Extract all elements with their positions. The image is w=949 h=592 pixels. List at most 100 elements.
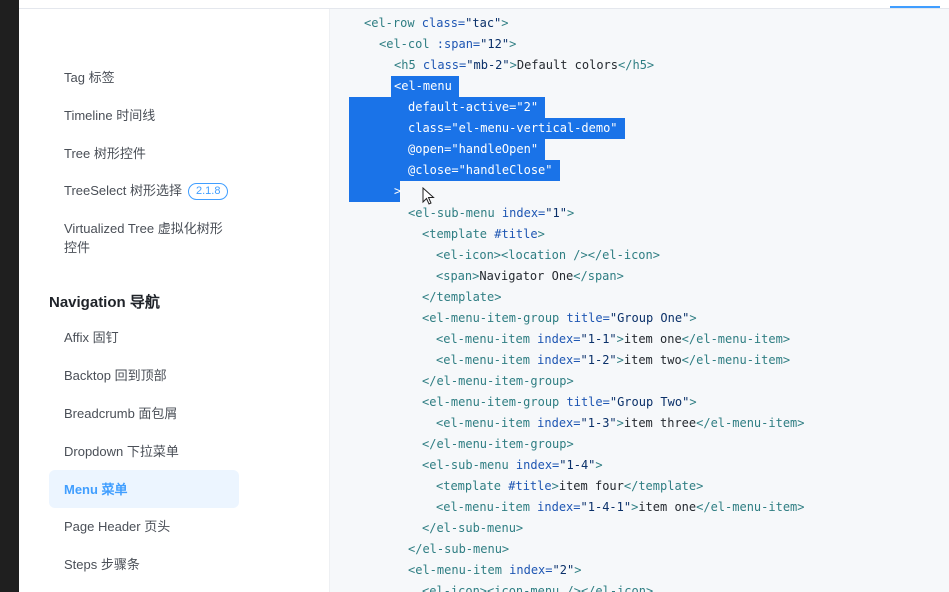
sidebar-item-affix[interactable]: Affix 固钉 <box>49 328 239 347</box>
sidebar-item-tag[interactable]: Tag 标签 <box>49 68 239 87</box>
code-tag: <el-menu-item-group <box>422 311 567 325</box>
sidebar-item-label-cont: 控件 <box>64 240 91 255</box>
code-line: @open="handleOpen" <box>330 139 949 160</box>
code-line: class="el-menu-vertical-demo" <box>330 118 949 139</box>
sidebar-item-timeline[interactable]: Timeline 时间线 <box>49 106 239 125</box>
code-line: <el-menu-item index="1-1">item one</el-m… <box>330 329 949 350</box>
code-attr: index= <box>501 206 546 220</box>
code-attr: :span= <box>436 37 481 51</box>
code-tag: </el-sub-menu> <box>422 521 524 535</box>
code-block[interactable]: <el-row class="tac"> <el-col :span="12">… <box>330 9 949 592</box>
code-tag: <span> <box>436 269 480 283</box>
code-tag: </template> <box>422 290 502 304</box>
code-tag: <h5 <box>394 58 423 72</box>
sidebar-item-treeselect[interactable]: TreeSelect 树形选择 2.1.8 <box>49 181 239 200</box>
code-tag: > <box>574 563 582 577</box>
code-attr: default-active= <box>408 100 517 114</box>
code-tag: <el-icon> <box>436 248 502 262</box>
mouse-pointer-icon <box>422 187 435 205</box>
code-tag: <el-row <box>364 16 422 30</box>
sidebar-item-label: Breadcrumb 面包屑 <box>64 406 178 421</box>
code-attr: #title <box>494 227 538 241</box>
code-tag: <el-menu-item-group <box>422 395 567 409</box>
code-tag: > <box>537 227 545 241</box>
code-line: <h5 class="mb-2">Default colors</h5> <box>330 55 949 76</box>
code-tag: > <box>616 332 624 346</box>
code-line: <el-sub-menu index="1-4"> <box>330 455 949 476</box>
sidebar-item-label: Page Header 页头 <box>64 519 171 534</box>
code-attr: #title <box>508 479 552 493</box>
code-tag: </el-icon> <box>580 584 654 592</box>
code-attr: title= <box>566 395 610 409</box>
code-line: </el-menu-item-group> <box>330 434 949 455</box>
sidebar-item-label: Steps 步骤条 <box>64 557 140 572</box>
sidebar-item-page-header[interactable]: Page Header 页头 <box>49 517 239 536</box>
sidebar-item-tree[interactable]: Tree 树形控件 <box>49 144 239 163</box>
code-value: "Group One" <box>609 311 690 325</box>
code-attr: index= <box>537 353 581 367</box>
code-line: <el-col :span="12"> <box>330 34 949 55</box>
code-tag: <el-menu-item <box>436 332 538 346</box>
code-tag: </el-menu-item-group> <box>422 374 574 388</box>
sidebar-item-menu[interactable]: Menu 菜单 <box>49 470 239 508</box>
code-tag: > <box>509 58 517 72</box>
code-attr: index= <box>537 416 581 430</box>
sidebar-item-backtop[interactable]: Backtop 回到顶部 <box>49 366 239 385</box>
docs-sidebar: Tag 标签 Timeline 时间线 Tree 树形控件 TreeSelect… <box>19 9 330 592</box>
code-tag: <el-icon> <box>422 584 488 592</box>
sidebar-item-label: Dropdown 下拉菜单 <box>64 444 179 459</box>
code-line: <span>Navigator One</span> <box>330 266 949 287</box>
code-tag: <el-menu-item <box>436 500 538 514</box>
sidebar-item-label: Affix 固钉 <box>64 330 119 345</box>
code-tag: <el-menu-item <box>408 563 510 577</box>
code-text: item two <box>623 353 682 367</box>
code-value: "1-2" <box>580 353 617 367</box>
code-value: "handleOpen" <box>451 142 539 156</box>
sidebar-item-label: Virtualized Tree 虚拟化树形 <box>64 221 223 236</box>
code-tag: > <box>566 206 575 220</box>
code-tag: </h5> <box>618 58 655 72</box>
code-line: </el-sub-menu> <box>330 518 949 539</box>
code-attr: index= <box>509 563 553 577</box>
sidebar-item-virtualized-tree[interactable]: Virtualized Tree 虚拟化树形 控件 <box>49 219 239 257</box>
code-tag: <el-menu-item <box>436 353 538 367</box>
code-tag: > <box>394 184 402 198</box>
sidebar-item-dropdown[interactable]: Dropdown 下拉菜单 <box>49 442 239 461</box>
code-tag: > <box>501 16 509 30</box>
code-tag: > <box>616 416 624 430</box>
code-line: <el-menu-item-group title="Group Two"> <box>330 392 949 413</box>
version-badge: 2.1.8 <box>188 183 229 200</box>
code-tag: </el-menu-item> <box>696 500 805 514</box>
code-attr: @open= <box>408 142 452 156</box>
code-attr: @close= <box>408 163 459 177</box>
sidebar-item-breadcrumb[interactable]: Breadcrumb 面包屑 <box>49 404 239 423</box>
code-value: "el-menu-vertical-demo" <box>451 121 618 135</box>
code-text: item one <box>638 500 697 514</box>
code-line: <el-menu-item index="2"> <box>330 560 949 581</box>
code-attr: class= <box>422 58 467 72</box>
code-tag: > <box>689 311 697 325</box>
code-tag: </el-menu-item-group> <box>422 437 574 451</box>
sidebar-item-label: TreeSelect 树形选择 <box>64 183 182 198</box>
code-line: <el-row class="tac"> <box>330 13 949 34</box>
code-tag: </template> <box>623 479 704 493</box>
code-tag: <el-sub-menu <box>408 206 502 220</box>
code-tag: </el-icon> <box>587 248 660 262</box>
sidebar-item-steps[interactable]: Steps 步骤条 <box>49 555 239 574</box>
code-tag: </span> <box>573 269 624 283</box>
code-tag: <location /> <box>501 248 588 262</box>
code-line: default-active="2" <box>330 97 949 118</box>
active-header-indicator <box>890 6 940 8</box>
code-tag: <el-sub-menu <box>422 458 516 472</box>
code-attr: class= <box>408 121 452 135</box>
code-value: "1-3" <box>580 416 617 430</box>
code-line: <template #title>item four</template> <box>330 476 949 497</box>
code-tag: <icon-menu /> <box>487 584 581 592</box>
code-attr: index= <box>537 332 581 346</box>
sidebar-item-label: Menu 菜单 <box>64 481 128 497</box>
code-value: "2" <box>516 100 539 114</box>
code-tag: <el-menu <box>394 79 452 93</box>
code-text: item one <box>623 332 682 346</box>
code-value: "1-1" <box>580 332 617 346</box>
code-line: <el-icon><location /></el-icon> <box>330 245 949 266</box>
